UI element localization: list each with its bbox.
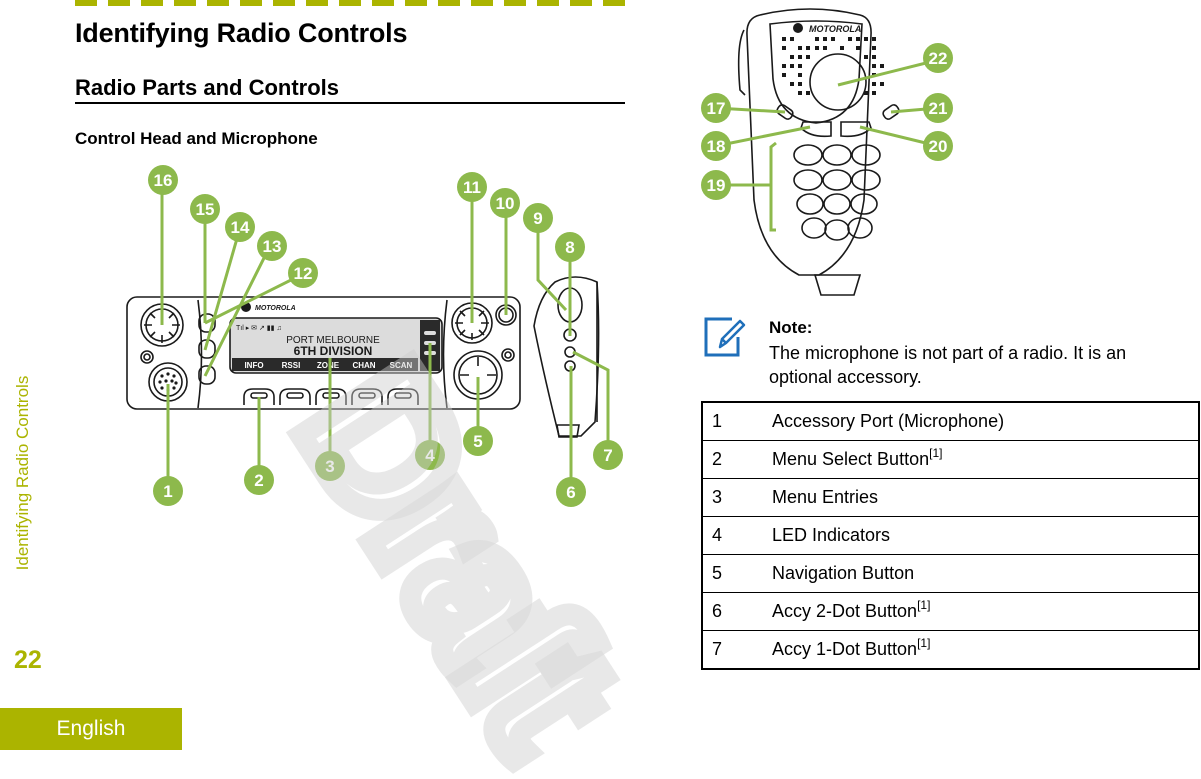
callout-16: 16 xyxy=(148,165,178,195)
softkey-label: SCAN xyxy=(390,361,413,370)
side-microphone-illustration xyxy=(533,276,600,438)
svg-text:14: 14 xyxy=(231,218,250,237)
callout-18: 18 xyxy=(701,131,731,161)
legend-number: 3 xyxy=(702,478,772,517)
footnote-ref[interactable]: [1] xyxy=(917,636,930,650)
callout-5: 5 xyxy=(463,426,493,456)
mic-cord-strain-relief xyxy=(813,274,862,296)
legend-row: 2 Menu Select Button[1] xyxy=(702,440,1199,479)
legend-number: 2 xyxy=(702,440,772,479)
handheld-microphone-illustration xyxy=(737,8,900,296)
note-body: The microphone is not part of a radio. I… xyxy=(769,343,1127,387)
callout-9: 9 xyxy=(523,203,553,233)
svg-text:9: 9 xyxy=(533,209,542,228)
callout-19: 19 xyxy=(701,170,731,200)
mic-dial xyxy=(809,53,867,111)
callout-21: 21 xyxy=(923,93,953,123)
legend-number: 7 xyxy=(702,630,772,670)
svg-text:12: 12 xyxy=(294,264,313,283)
svg-text:22: 22 xyxy=(929,49,948,68)
svg-text:19: 19 xyxy=(707,176,726,195)
callout-7: 7 xyxy=(593,440,623,470)
svg-text:7: 7 xyxy=(603,446,612,465)
svg-text:15: 15 xyxy=(196,200,215,219)
callout-6: 6 xyxy=(556,477,586,507)
callout-3: 3 xyxy=(315,451,345,481)
note-title: Note: xyxy=(769,318,813,337)
footnote-ref[interactable]: [1] xyxy=(929,446,942,460)
mic-brand: MOTOROLA xyxy=(809,24,861,34)
callout-15: 15 xyxy=(190,194,220,224)
legend-description: LED Indicators xyxy=(772,516,1199,555)
callout-2: 2 xyxy=(244,465,274,495)
callout-8: 8 xyxy=(555,232,585,262)
svg-text:11: 11 xyxy=(463,178,481,197)
parts-legend-table: 1 Accessory Port (Microphone) 2 Menu Select… xyxy=(701,401,1200,670)
svg-text:18: 18 xyxy=(707,137,726,156)
svg-text:4: 4 xyxy=(425,446,435,465)
svg-text:20: 20 xyxy=(929,137,948,156)
callout-13: 13 xyxy=(257,231,287,261)
legend-label: Navigation Button xyxy=(772,563,915,583)
legend-label: Menu Entries xyxy=(772,487,879,507)
callout-20: 20 xyxy=(923,131,953,161)
callout-12: 12 xyxy=(288,258,318,288)
motorola-logo-icon xyxy=(793,23,803,33)
legend-label: Menu Select Button xyxy=(772,449,930,469)
display-line-2: 6TH DIVISION xyxy=(294,344,373,358)
softkey-label: CHAN xyxy=(352,361,375,370)
legend-number: 6 xyxy=(702,592,772,631)
legend-row: 5 Navigation Button xyxy=(702,554,1199,593)
legend-description: Navigation Button xyxy=(772,554,1199,593)
legend-label: Accy 1-Dot Button xyxy=(772,639,918,659)
callout-11: 11 xyxy=(457,172,487,202)
softkey-label: INFO xyxy=(244,361,263,370)
svg-text:6: 6 xyxy=(566,483,575,502)
control-head-brand: MOTOROLA xyxy=(255,305,296,312)
callout-4: 4 xyxy=(415,440,445,470)
legend-row: 3 Menu Entries xyxy=(702,478,1199,517)
footnote-ref[interactable]: [1] xyxy=(917,598,930,612)
legend-label: Accy 2-Dot Button xyxy=(772,601,918,621)
callout-17: 17 xyxy=(701,93,731,123)
svg-text:8: 8 xyxy=(565,238,574,257)
legend-row: 6 Accy 2-Dot Button[1] xyxy=(702,592,1199,631)
svg-text:1: 1 xyxy=(163,482,172,501)
small-port xyxy=(140,350,154,364)
status-icons: Tıl ▸ ✉ ↗ ▮▮ ♫ xyxy=(236,325,282,332)
svg-text:2: 2 xyxy=(254,471,263,490)
legend-row: 7 Accy 1-Dot Button[1] xyxy=(702,630,1199,670)
legend-description: Menu Select Button[1] xyxy=(772,440,1199,479)
softkey-label: RSSI xyxy=(282,361,301,370)
keypad xyxy=(793,144,881,241)
right-panel-edge xyxy=(442,299,448,409)
svg-text:21: 21 xyxy=(929,99,948,118)
softkey-label: ZONE xyxy=(317,361,340,370)
callout-1: 1 xyxy=(153,476,183,506)
svg-text:13: 13 xyxy=(263,237,282,256)
ptt-side-button xyxy=(737,29,746,96)
legend-description: Accessory Port (Microphone) xyxy=(772,401,1199,441)
legend-label: Accessory Port (Microphone) xyxy=(772,411,1005,431)
callout-22: 22 xyxy=(923,43,953,73)
callout-10: 10 xyxy=(490,188,520,218)
legend-description: Menu Entries xyxy=(772,478,1199,517)
svg-text:17: 17 xyxy=(707,99,726,118)
legend-label: LED Indicators xyxy=(772,525,891,545)
legend-number: 5 xyxy=(702,554,772,593)
legend-row: 4 LED Indicators xyxy=(702,516,1199,555)
legend-number: 4 xyxy=(702,516,772,555)
legend-number: 1 xyxy=(702,401,772,441)
svg-text:3: 3 xyxy=(325,457,334,476)
callout-14: 14 xyxy=(225,212,255,242)
svg-text:10: 10 xyxy=(496,194,515,213)
svg-text:16: 16 xyxy=(154,171,173,190)
small-port-right xyxy=(501,348,515,362)
legend-description: Accy 2-Dot Button[1] xyxy=(772,592,1199,631)
svg-text:5: 5 xyxy=(473,432,482,451)
legend-row: 1 Accessory Port (Microphone) xyxy=(702,401,1199,441)
note-pencil-icon xyxy=(704,317,746,357)
legend-description: Accy 1-Dot Button[1] xyxy=(772,630,1199,670)
